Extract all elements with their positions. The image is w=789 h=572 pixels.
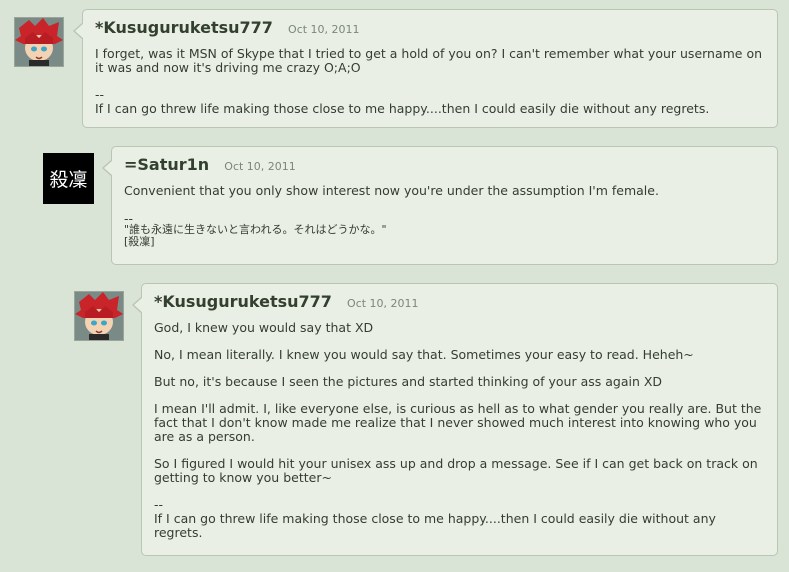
comment-header: =Satur1n Oct 10, 2011 <box>124 155 765 174</box>
avatar-image <box>75 292 123 340</box>
comment-bubble: *Kusuguruketsu777 Oct 10, 2011 I forget,… <box>73 9 778 128</box>
comment-body: Convenient that you only show interest n… <box>124 184 765 198</box>
comment-body: God, I knew you would say that XD No, I … <box>154 321 765 485</box>
comment-text: No, I mean literally. I knew you would s… <box>154 347 694 362</box>
username-link[interactable]: *Kusuguruketsu777 <box>154 292 332 311</box>
comment-text: I mean I'll admit. I, like everyone else… <box>154 401 762 444</box>
signature-quote: "誰も永遠に生きないと言われる。それはどうかな。" <box>124 223 387 236</box>
username-link[interactable]: *Kusuguruketsu777 <box>95 18 273 37</box>
avatar-image <box>15 18 63 66</box>
comment-date: Oct 10, 2011 <box>224 160 296 173</box>
comment-text: I forget, was it MSN of Skype that I tri… <box>95 46 763 75</box>
comment-1: *Kusuguruketsu777 Oct 10, 2011 I forget,… <box>0 0 789 140</box>
signature: -- If I can go threw life making those c… <box>95 88 765 116</box>
signature-separator: -- <box>95 87 105 102</box>
signature-name: [殺凜] <box>124 235 155 248</box>
comment-header: *Kusuguruketsu777 Oct 10, 2011 <box>154 292 765 311</box>
comment-text: God, I knew you would say that XD <box>154 320 374 335</box>
comment-text: So I figured I would hit your unisex ass… <box>154 456 758 485</box>
username-link[interactable]: =Satur1n <box>124 155 209 174</box>
comment-bubble: *Kusuguruketsu777 Oct 10, 2011 God, I kn… <box>132 283 778 556</box>
avatar[interactable] <box>14 17 64 67</box>
comment-body: I forget, was it MSN of Skype that I tri… <box>95 47 765 75</box>
avatar[interactable] <box>74 291 124 341</box>
signature: -- If I can go threw life making those c… <box>154 498 765 540</box>
comment-header: *Kusuguruketsu777 Oct 10, 2011 <box>95 18 765 37</box>
comment-date: Oct 10, 2011 <box>347 297 419 310</box>
signature-text: If I can go threw life making those clos… <box>95 101 710 116</box>
comment-date: Oct 10, 2011 <box>288 23 360 36</box>
comment-3: *Kusuguruketsu777 Oct 10, 2011 God, I kn… <box>0 270 789 572</box>
comment-bubble: =Satur1n Oct 10, 2011 Convenient that yo… <box>102 146 778 265</box>
comment-text: But no, it's because I seen the pictures… <box>154 374 663 389</box>
comment-2: 殺凜 =Satur1n Oct 10, 2011 Convenient that… <box>0 140 789 270</box>
avatar-text: 殺凜 <box>49 169 88 191</box>
signature-separator: -- <box>154 497 164 512</box>
avatar[interactable]: 殺凜 <box>43 153 94 204</box>
signature-text: If I can go threw life making those clos… <box>154 511 716 540</box>
comment-text: Convenient that you only show interest n… <box>124 183 659 198</box>
signature: -- "誰も永遠に生きないと言われる。それはどうかな。" [殺凜] <box>124 212 765 248</box>
